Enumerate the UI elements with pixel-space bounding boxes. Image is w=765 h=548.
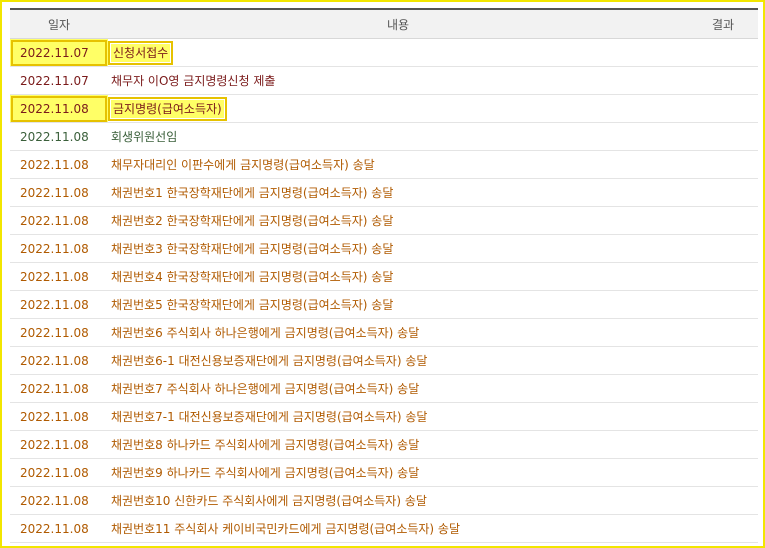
row-date: 2022.11.07: [10, 38, 108, 67]
row-date: 2022.11.07: [10, 66, 108, 95]
row-content-highlight: 금지명령(급여소득자): [108, 97, 227, 121]
row-date: 2022.11.08: [10, 94, 108, 123]
table-row: 2022.11.08 채무자대리인 이판수에게 금지명령(급여소득자) 송달: [10, 150, 758, 179]
row-content: 신청서접수: [108, 38, 688, 67]
table-row: 2022.11.08 채권번호10 신한카드 주식회사에게 금지명령(급여소득자)…: [10, 486, 758, 515]
row-content: 채권번호2 한국장학재단에게 금지명령(급여소득자) 송달: [108, 206, 688, 235]
screenshot-frame: 일자 내용 결과 2022.11.07 신청서접수 2022.11.07 채무자 이O…: [0, 0, 765, 548]
row-result: [688, 290, 758, 319]
table-row: 2022.11.07 채무자 이O영 금지명령신청 제출: [10, 66, 758, 95]
header-date: 일자: [10, 8, 108, 39]
row-result: [688, 458, 758, 487]
table-header: 일자 내용 결과: [10, 8, 758, 39]
row-content: 채권번호7-1 대전신용보증재단에게 금지명령(급여소득자) 송달: [108, 402, 688, 431]
table-row: 2022.11.08 회생위원선임: [10, 122, 758, 151]
row-content: 채권번호10 신한카드 주식회사에게 금지명령(급여소득자) 송달: [108, 486, 688, 515]
row-content: 채권번호9 하나카드 주식회사에게 금지명령(급여소득자) 송달: [108, 458, 688, 487]
row-result: [688, 178, 758, 207]
row-date: 2022.11.08: [10, 318, 108, 347]
row-result: [688, 234, 758, 263]
row-result: [688, 430, 758, 459]
header-row: 일자 내용 결과: [10, 8, 758, 39]
row-content: 채권번호1 한국장학재단에게 금지명령(급여소득자) 송달: [108, 178, 688, 207]
row-content: 채권번호4 한국장학재단에게 금지명령(급여소득자) 송달: [108, 262, 688, 291]
table-row: 2022.11.08 채권번호4 한국장학재단에게 금지명령(급여소득자) 송달: [10, 262, 758, 291]
table-row: 2022.11.08 채권번호6-1 대전신용보증재단에게 금지명령(급여소득자)…: [10, 346, 758, 375]
row-content: 채권번호7 주식회사 하나은행에게 금지명령(급여소득자) 송달: [108, 374, 688, 403]
row-content: 채권번호6 주식회사 하나은행에게 금지명령(급여소득자) 송달: [108, 318, 688, 347]
row-content: 채권번호8 하나카드 주식회사에게 금지명령(급여소득자) 송달: [108, 430, 688, 459]
table-row: 2022.11.08 채권번호1 한국장학재단에게 금지명령(급여소득자) 송달: [10, 178, 758, 207]
row-result: [688, 66, 758, 95]
row-result: [688, 486, 758, 515]
row-date: 2022.11.08: [10, 346, 108, 375]
row-date: 2022.11.08: [10, 122, 108, 151]
header-result: 결과: [688, 8, 758, 39]
row-result: [688, 374, 758, 403]
row-date: 2022.11.08: [10, 374, 108, 403]
row-date: 2022.11.08: [10, 150, 108, 179]
row-content: 채권번호6-1 대전신용보증재단에게 금지명령(급여소득자) 송달: [108, 346, 688, 375]
table-row: 2022.11.08 채권번호8 하나카드 주식회사에게 금지명령(급여소득자) …: [10, 430, 758, 459]
row-content: 채무자 이O영 금지명령신청 제출: [108, 66, 688, 95]
row-content: 채무자대리인 이판수에게 금지명령(급여소득자) 송달: [108, 150, 688, 179]
row-date: 2022.11.08: [10, 178, 108, 207]
row-result: [688, 94, 758, 123]
row-result: [688, 318, 758, 347]
row-result: [688, 402, 758, 431]
case-history-table: 일자 내용 결과 2022.11.07 신청서접수 2022.11.07 채무자 이O…: [10, 8, 758, 543]
table-row: 2022.11.08 채권번호11 주식회사 케이비국민카드에게 금지명령(급여소…: [10, 514, 758, 543]
row-date: 2022.11.08: [10, 430, 108, 459]
row-date: 2022.11.08: [10, 290, 108, 319]
table-row: 2022.11.08 채권번호6 주식회사 하나은행에게 금지명령(급여소득자) …: [10, 318, 758, 347]
row-result: [688, 122, 758, 151]
table-row: 2022.11.08 채권번호2 한국장학재단에게 금지명령(급여소득자) 송달: [10, 206, 758, 235]
table-row: 2022.11.07 신청서접수: [10, 38, 758, 67]
row-content-highlight: 신청서접수: [108, 41, 174, 65]
row-result: [688, 262, 758, 291]
row-result: [688, 206, 758, 235]
row-content: 회생위원선임: [108, 122, 688, 151]
table-row: 2022.11.08 채권번호7 주식회사 하나은행에게 금지명령(급여소득자) …: [10, 374, 758, 403]
table-row: 2022.11.08 금지명령(급여소득자): [10, 94, 758, 123]
table-body: 2022.11.07 신청서접수 2022.11.07 채무자 이O영 금지명령신청 …: [10, 38, 758, 543]
header-content: 내용: [108, 8, 688, 39]
row-date: 2022.11.08: [10, 206, 108, 235]
row-date: 2022.11.08: [10, 402, 108, 431]
row-content: 채권번호11 주식회사 케이비국민카드에게 금지명령(급여소득자) 송달: [108, 514, 688, 543]
table-row: 2022.11.08 채권번호9 하나카드 주식회사에게 금지명령(급여소득자) …: [10, 458, 758, 487]
row-date: 2022.11.08: [10, 458, 108, 487]
row-content: 채권번호3 한국장학재단에게 금지명령(급여소득자) 송달: [108, 234, 688, 263]
table-row: 2022.11.08 채권번호7-1 대전신용보증재단에게 금지명령(급여소득자)…: [10, 402, 758, 431]
row-result: [688, 514, 758, 543]
row-result: [688, 150, 758, 179]
row-result: [688, 346, 758, 375]
row-date: 2022.11.08: [10, 262, 108, 291]
table-row: 2022.11.08 채권번호3 한국장학재단에게 금지명령(급여소득자) 송달: [10, 234, 758, 263]
row-date: 2022.11.08: [10, 514, 108, 543]
row-content: 채권번호5 한국장학재단에게 금지명령(급여소득자) 송달: [108, 290, 688, 319]
row-content: 금지명령(급여소득자): [108, 94, 688, 123]
table-row: 2022.11.08 채권번호5 한국장학재단에게 금지명령(급여소득자) 송달: [10, 290, 758, 319]
row-result: [688, 38, 758, 67]
row-date: 2022.11.08: [10, 486, 108, 515]
row-date: 2022.11.08: [10, 234, 108, 263]
case-history-table-wrapper: 일자 내용 결과 2022.11.07 신청서접수 2022.11.07 채무자 이O…: [10, 8, 758, 543]
